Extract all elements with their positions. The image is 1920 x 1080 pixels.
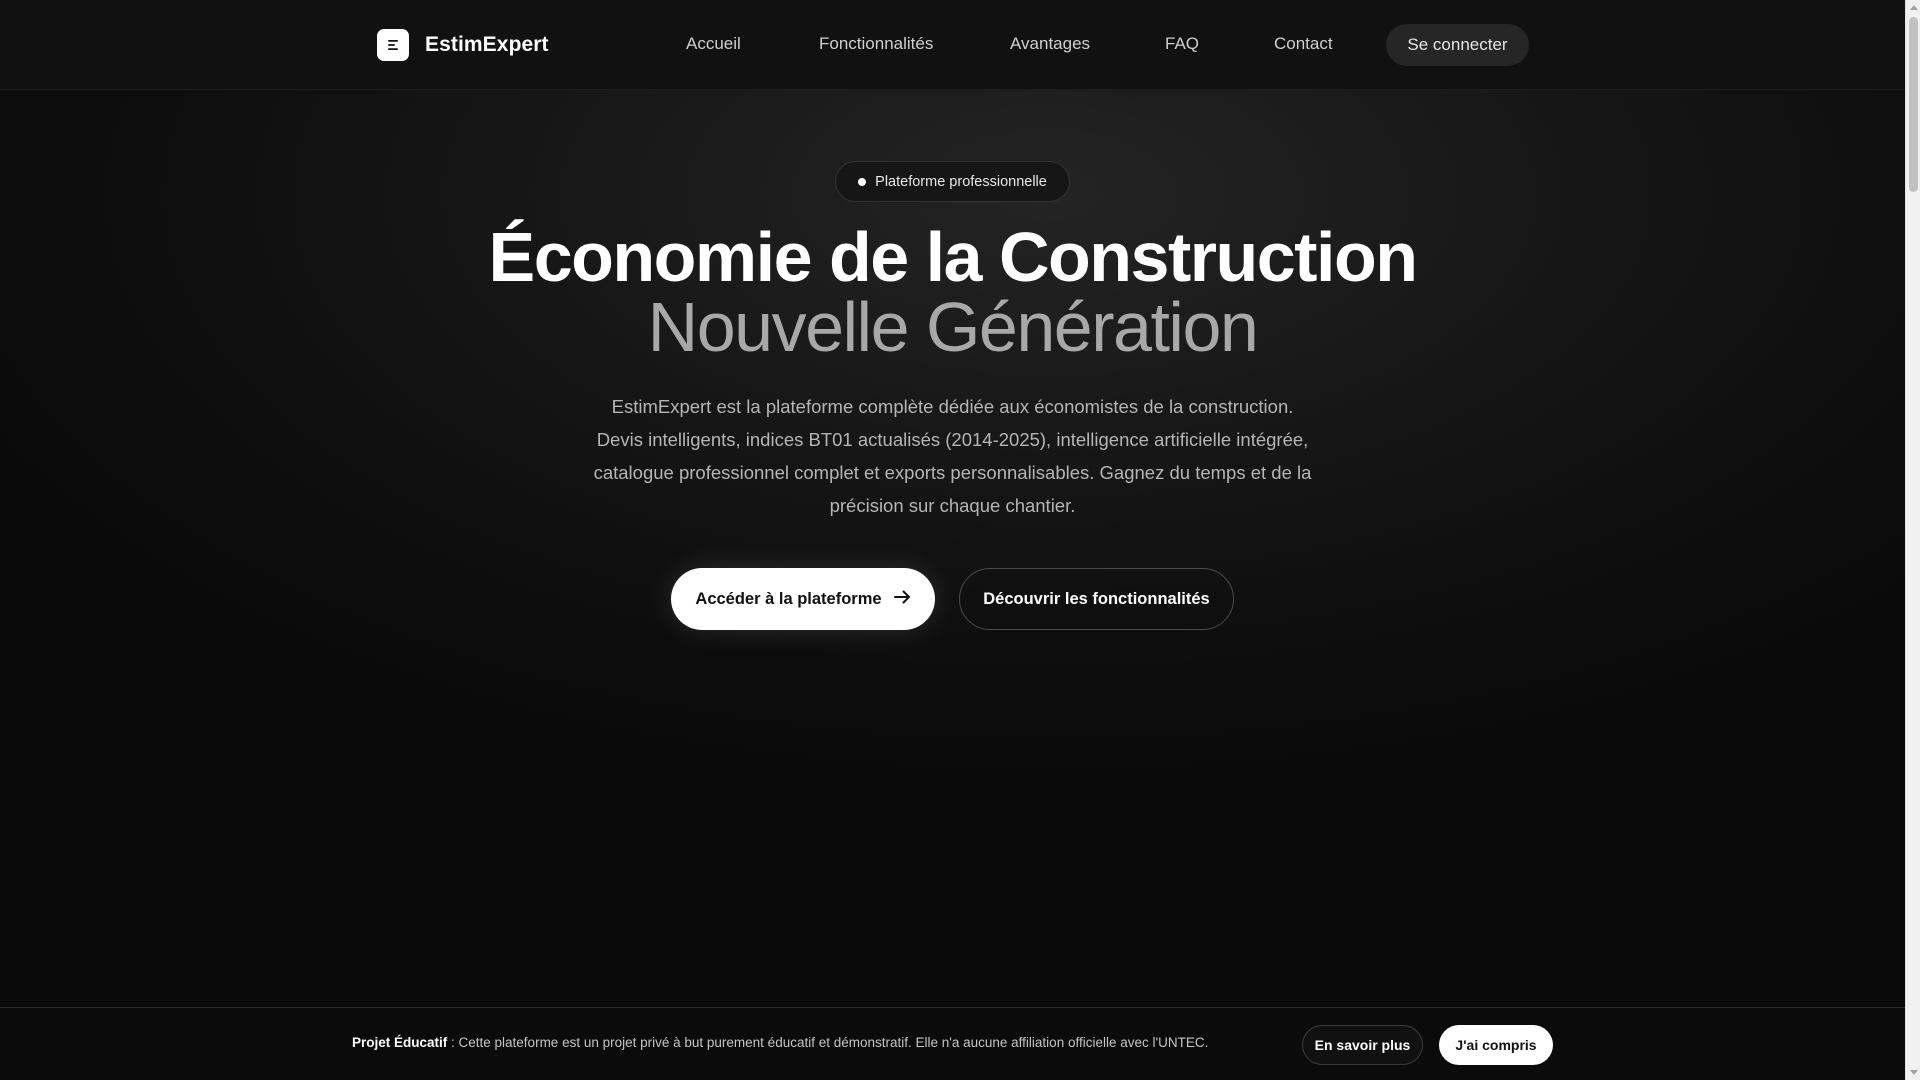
- scroll-up-icon[interactable]: [1909, 5, 1918, 10]
- banner-label: Projet Éducatif: [352, 1035, 448, 1050]
- login-button[interactable]: Se connecter: [1386, 24, 1529, 66]
- banner-message: : Cette plateforme est un projet privé à…: [447, 1035, 1209, 1050]
- hero-badge: Plateforme professionnelle: [835, 161, 1070, 202]
- educational-notice-banner: Projet Éducatif : Cette plateforme est u…: [0, 1007, 1905, 1080]
- main-nav: Accueil Fonctionnalités Avantages FAQ Co…: [0, 0, 1905, 90]
- banner-text: Projet Éducatif : Cette plateforme est u…: [352, 1035, 1208, 1050]
- access-platform-button[interactable]: Accéder à la plateforme: [671, 568, 935, 630]
- nav-link-faq[interactable]: FAQ: [1165, 34, 1199, 54]
- discover-features-button[interactable]: Découvrir les fonctionnalités: [959, 568, 1234, 630]
- hero-title-light: Nouvelle Génération: [647, 288, 1259, 366]
- accept-button[interactable]: J'ai compris: [1439, 1025, 1553, 1065]
- nav-link-fonctionnalites[interactable]: Fonctionnalités: [819, 34, 933, 54]
- learn-more-button[interactable]: En savoir plus: [1302, 1025, 1423, 1065]
- access-platform-label: Accéder à la plateforme: [695, 589, 882, 608]
- nav-link-avantages[interactable]: Avantages: [1010, 34, 1090, 54]
- hero-title: Économie de la Construction Nouvelle Gén…: [380, 222, 1525, 362]
- scroll-down-icon[interactable]: [1909, 1070, 1918, 1075]
- scrollbar-thumb[interactable]: [1909, 17, 1918, 192]
- nav-link-contact[interactable]: Contact: [1274, 34, 1333, 54]
- hero-badge-label: Plateforme professionnelle: [875, 173, 1047, 190]
- arrow-right-icon: [893, 590, 911, 609]
- hero-title-strong: Économie de la Construction: [488, 218, 1418, 296]
- dot-icon: [858, 177, 867, 186]
- landing-page: EstimExpert Accueil Fonctionnalités Avan…: [0, 0, 1905, 1080]
- nav-link-accueil[interactable]: Accueil: [686, 34, 741, 54]
- site-header: EstimExpert Accueil Fonctionnalités Avan…: [0, 0, 1905, 90]
- vertical-scrollbar[interactable]: [1905, 0, 1920, 1080]
- hero-description: EstimExpert est la plateforme complète d…: [593, 396, 1312, 516]
